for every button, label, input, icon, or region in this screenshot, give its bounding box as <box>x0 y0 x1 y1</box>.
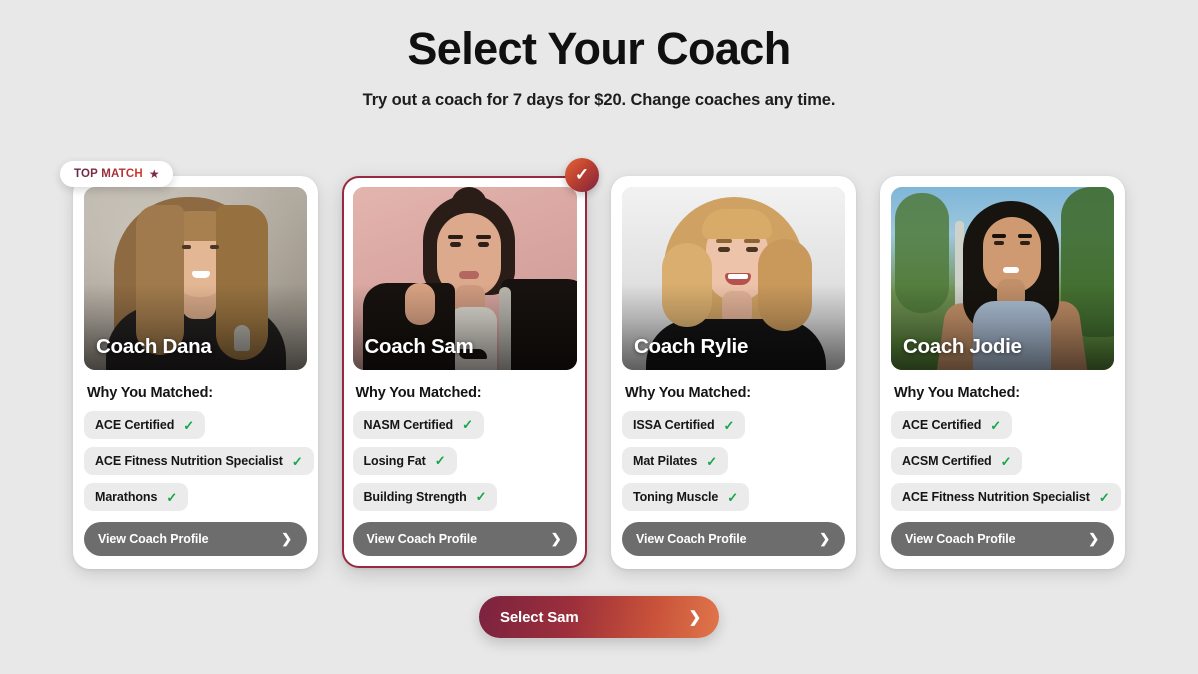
page-title: Select Your Coach <box>407 23 791 74</box>
check-icon: ✓ <box>434 453 446 468</box>
coach-name: Coach Jodie <box>903 335 1022 358</box>
coach-photo-sam: Coach Sam <box>352 186 577 370</box>
check-icon: ✓ <box>990 417 1002 433</box>
coach-card-sam[interactable]: Coach Sam Why You Matched: NASM Certifie… <box>342 176 587 568</box>
coach-photo-dana: Coach Dana <box>84 187 307 370</box>
match-chip: ACE Certified ✓ <box>84 411 206 439</box>
match-chip-list: ISSA Certified ✓ Mat Pilates ✓ Toning Mu… <box>622 411 845 519</box>
view-coach-profile-button[interactable]: View Coach Profile ❯ <box>891 522 1114 556</box>
match-chip: Losing Fat ✓ <box>352 446 457 475</box>
match-chip-label: ACE Fitness Nutrition Specialist <box>95 454 283 468</box>
view-coach-profile-label: View Coach Profile <box>366 531 478 546</box>
coach-card-dana[interactable]: Coach Dana Why You Matched: ACE Certifie… <box>73 176 318 569</box>
match-chip-label: Marathons <box>95 490 158 504</box>
chevron-right-icon: ❯ <box>1088 531 1099 546</box>
select-coach-button[interactable]: Select Sam ❯ <box>479 596 719 638</box>
view-coach-profile-label: View Coach Profile <box>98 532 209 546</box>
coach-name: Coach Dana <box>96 335 212 358</box>
coach-name: Coach Sam <box>364 334 474 358</box>
matched-heading: Why You Matched: <box>625 385 751 401</box>
match-chip-label: Building Strength <box>363 489 467 504</box>
match-chip-label: ACSM Certified <box>902 454 992 468</box>
matched-heading: Why You Matched: <box>355 384 482 401</box>
chevron-right-icon: ❯ <box>819 531 830 546</box>
match-chip-label: NASM Certified <box>363 417 454 432</box>
view-coach-profile-button[interactable]: View Coach Profile ❯ <box>352 521 577 556</box>
matched-heading: Why You Matched: <box>894 385 1020 401</box>
check-icon: ✓ <box>462 417 473 432</box>
match-chip: Mat Pilates ✓ <box>622 447 728 475</box>
coach-photo-jodie: Coach Jodie <box>891 187 1114 370</box>
check-icon: ✓ <box>723 417 735 433</box>
match-chip-label: Toning Muscle <box>633 490 719 504</box>
coach-card-grid: TOP MATCH ★ Coach Dana Why You Matched: … <box>0 158 1198 569</box>
select-coach-label: Select Sam <box>500 608 579 626</box>
coach-card-slot: Coach Jodie Why You Matched: ACE Certifi… <box>880 176 1125 569</box>
match-chip-label: Mat Pilates <box>633 454 698 468</box>
match-chip: Marathons ✓ <box>84 483 189 511</box>
match-chip-list: ACE Certified ✓ ACSM Certified ✓ ACE Fit… <box>891 411 1121 519</box>
coach-card-slot: TOP MATCH ★ Coach Dana Why You Matched: … <box>60 161 318 569</box>
match-chip-label: ACE Certified <box>902 418 982 432</box>
match-chip-label: ACE Certified <box>95 418 175 432</box>
check-icon: ✓ <box>727 489 739 505</box>
check-icon: ✓ <box>183 417 195 433</box>
coach-card-slot: ✓ Coach Sam Why You Matched: NASM Certif… <box>342 158 599 568</box>
coach-photo-rylie: Coach Rylie <box>622 187 845 370</box>
coach-card-jodie[interactable]: Coach Jodie Why You Matched: ACE Certifi… <box>880 176 1125 569</box>
top-match-label: TOP MATCH <box>74 168 143 180</box>
coach-selection-page: Select Your Coach Try out a coach for 7 … <box>0 0 1198 674</box>
view-coach-profile-button[interactable]: View Coach Profile ❯ <box>84 522 307 556</box>
page-subtitle: Try out a coach for 7 days for $20. Chan… <box>362 90 836 109</box>
match-chip: Toning Muscle ✓ <box>622 483 750 511</box>
match-chip: ACE Fitness Nutrition Specialist ✓ <box>84 447 314 475</box>
coach-name: Coach Rylie <box>634 335 749 358</box>
coach-card-slot: Coach Rylie Why You Matched: ISSA Certif… <box>611 176 856 569</box>
check-icon: ✓ <box>475 489 487 504</box>
match-chip: ACE Fitness Nutrition Specialist ✓ <box>891 483 1121 511</box>
star-icon: ★ <box>148 167 160 181</box>
match-chip-label: ACE Fitness Nutrition Specialist <box>902 490 1090 504</box>
chevron-right-icon: ❯ <box>688 609 702 626</box>
top-match-badge: TOP MATCH ★ <box>60 161 173 187</box>
match-chip: ACE Certified ✓ <box>891 411 1013 439</box>
selected-check-badge: ✓ <box>565 158 599 192</box>
match-chip: Building Strength ✓ <box>352 482 498 511</box>
coach-card-rylie[interactable]: Coach Rylie Why You Matched: ISSA Certif… <box>611 176 856 569</box>
check-icon: ✓ <box>574 165 590 184</box>
match-chip-label: Losing Fat <box>363 453 426 468</box>
view-coach-profile-button[interactable]: View Coach Profile ❯ <box>622 522 845 556</box>
matched-heading: Why You Matched: <box>87 385 213 401</box>
match-chip: NASM Certified ✓ <box>352 410 484 439</box>
check-icon: ✓ <box>291 453 303 469</box>
match-chip-label: ISSA Certified <box>633 418 715 432</box>
check-icon: ✓ <box>1000 453 1012 469</box>
chevron-right-icon: ❯ <box>281 531 292 546</box>
check-icon: ✓ <box>166 489 178 505</box>
match-chip-list: ACE Certified ✓ ACE Fitness Nutrition Sp… <box>84 411 314 519</box>
check-icon: ✓ <box>1098 489 1110 505</box>
chevron-right-icon: ❯ <box>550 530 562 546</box>
match-chip: ACSM Certified ✓ <box>891 447 1023 475</box>
match-chip-list: NASM Certified ✓ Losing Fat ✓ Building S… <box>352 410 577 519</box>
view-coach-profile-label: View Coach Profile <box>905 532 1016 546</box>
view-coach-profile-label: View Coach Profile <box>636 532 747 546</box>
match-chip: ISSA Certified ✓ <box>622 411 746 439</box>
page-header: Select Your Coach Try out a coach for 7 … <box>0 0 1198 110</box>
check-icon: ✓ <box>706 453 717 469</box>
